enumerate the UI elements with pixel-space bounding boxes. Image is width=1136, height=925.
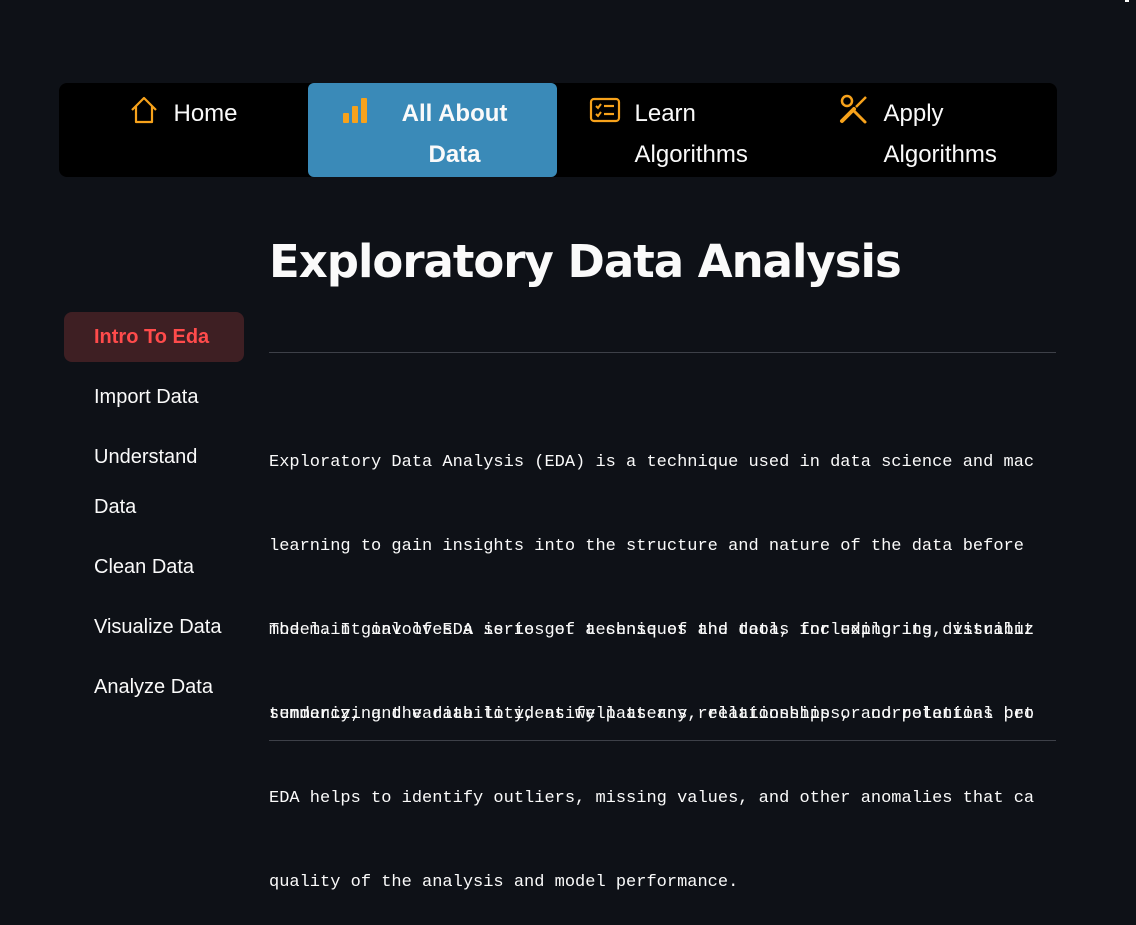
bottom-divider — [269, 740, 1056, 741]
house-icon — [129, 95, 159, 138]
nav-home[interactable]: Home — [59, 83, 308, 177]
paragraph-line: learning to gain insights into the struc… — [269, 537, 1024, 556]
sidebar: Intro To Eda Import Data Understand Data… — [64, 312, 244, 722]
page-title: Exploratory Data Analysis — [269, 235, 902, 288]
nav-apply-algorithms[interactable]: Apply Algorithms — [806, 83, 1055, 177]
nav-all-about-data-label: All About Data — [401, 100, 508, 168]
top-right-marker — [1125, 0, 1129, 2]
paragraph-line: EDA helps to identify outliers, missing … — [269, 789, 1035, 808]
sidebar-item-analyze-data[interactable]: Analyze Data — [64, 662, 244, 712]
bar-chart-icon — [341, 95, 371, 138]
tools-icon — [838, 93, 870, 138]
list-card-icon — [589, 95, 621, 138]
sidebar-item-clean-data[interactable]: Clean Data — [64, 542, 244, 592]
sidebar-item-visualize-data[interactable]: Visualize Data — [64, 602, 244, 652]
top-navbar: Home All About Data Learn Algorithms App… — [59, 83, 1057, 177]
sidebar-item-import-data[interactable]: Import Data — [64, 372, 244, 422]
paragraph-line: quality of the analysis and model perfor… — [269, 873, 739, 892]
nav-home-label: Home — [173, 100, 238, 127]
nav-all-about-data[interactable]: All About Data — [308, 83, 557, 177]
sidebar-item-intro-to-eda[interactable]: Intro To Eda — [64, 312, 244, 362]
paragraph-line: The main goal of EDA is to get a sense o… — [269, 621, 1035, 640]
paragraph-line: Exploratory Data Analysis (EDA) is a tec… — [269, 453, 1035, 472]
nav-learn-algorithms-label: Learn Algorithms — [634, 100, 748, 168]
paragraph-line: tendency, and variability, as well as an… — [269, 705, 1035, 724]
main-content: Exploratory Data Analysis — [269, 230, 1056, 294]
nav-apply-algorithms-label: Apply Algorithms — [883, 100, 997, 168]
top-divider — [269, 352, 1056, 353]
goal-paragraph: The main goal of EDA is to get a sense o… — [269, 561, 1056, 925]
sidebar-item-understand-data[interactable]: Understand Data — [64, 432, 197, 532]
nav-learn-algorithms[interactable]: Learn Algorithms — [557, 83, 806, 177]
